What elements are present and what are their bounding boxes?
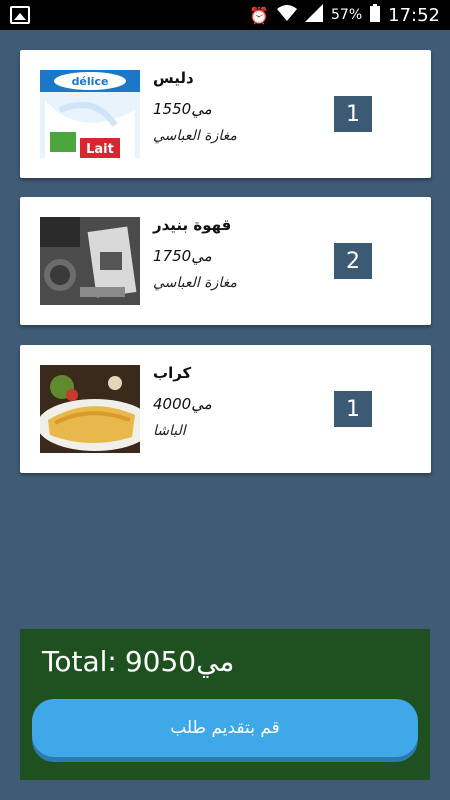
product-image — [40, 365, 140, 453]
product-image — [40, 217, 140, 305]
product-price: 1550مي — [153, 100, 212, 118]
status-right: ⏰ 57% 17:52 — [249, 4, 440, 26]
product-name: دليس — [153, 69, 194, 87]
quantity-badge[interactable]: 2 — [334, 243, 372, 279]
quantity-badge[interactable]: 1 — [334, 96, 372, 132]
alarm-icon: ⏰ — [249, 5, 269, 25]
battery-icon — [370, 4, 381, 26]
store-name: مغازة العباسي — [153, 128, 237, 144]
signal-icon — [305, 4, 323, 26]
brand-logo-text: délice — [72, 75, 109, 88]
total-display: Total: 9050مي — [42, 645, 234, 678]
order-footer: Total: 9050مي قم بتقديم طلب — [20, 629, 430, 780]
product-price: 4000مي — [153, 395, 212, 413]
product-price: 1750مي — [153, 247, 212, 265]
svg-text:Lait: Lait — [86, 142, 114, 157]
product-name: قهوة بنيدر — [153, 216, 232, 234]
gallery-icon — [10, 6, 30, 24]
cart-item[interactable]: كراب 4000مي الباشا 1 — [20, 345, 431, 473]
total-value: 9050مي — [124, 645, 235, 678]
submit-order-button[interactable]: قم بتقديم طلب — [32, 699, 418, 757]
product-image: délice Lait — [40, 70, 140, 158]
store-name: الباشا — [153, 423, 186, 439]
status-bar: ⏰ 57% 17:52 — [0, 0, 450, 30]
quantity-badge[interactable]: 1 — [334, 391, 372, 427]
cart-item[interactable]: délice Lait دليس 1550مي مغازة العباسي 1 — [20, 50, 431, 178]
cart-item[interactable]: قهوة بنيدر 1750مي مغازة العباسي 2 — [20, 197, 431, 325]
wifi-icon — [277, 4, 297, 26]
product-name: كراب — [153, 364, 192, 382]
clock: 17:52 — [388, 4, 440, 26]
store-name: مغازة العباسي — [153, 275, 237, 291]
battery-percent: 57% — [331, 7, 363, 23]
total-label: Total: — [42, 645, 117, 678]
